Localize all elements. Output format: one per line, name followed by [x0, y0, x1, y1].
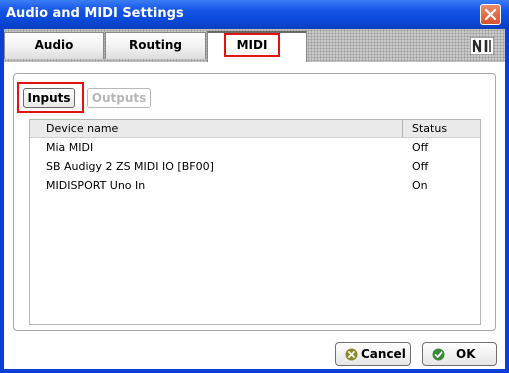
inputs-button[interactable]: Inputs	[23, 88, 75, 108]
device-status[interactable]: Off	[412, 138, 428, 157]
midi-panel: Inputs Outputs Device name Status Mia MI…	[13, 73, 496, 331]
table-row[interactable]: MIDISPORT Uno In On	[30, 176, 480, 195]
device-list[interactable]: Device name Status Mia MIDI Off SB Audig…	[29, 119, 481, 325]
table-row[interactable]: Mia MIDI Off	[30, 138, 480, 157]
column-divider[interactable]	[402, 120, 403, 137]
cancel-label: Cancel	[361, 347, 406, 361]
close-button[interactable]	[480, 4, 501, 25]
device-name: Mia MIDI	[46, 141, 94, 154]
tab-midi-label[interactable]: MIDI	[224, 33, 280, 57]
tab-strip: Audio Routing MIDI	[4, 29, 505, 62]
title-bar[interactable]: Audio and MIDI Settings	[0, 0, 509, 29]
table-row[interactable]: SB Audigy 2 ZS MIDI IO [BF00] Off	[30, 157, 480, 176]
column-header-device-name[interactable]: Device name	[46, 121, 118, 136]
list-header: Device name Status	[30, 120, 480, 138]
tab-routing[interactable]: Routing	[105, 32, 206, 59]
device-name: MIDISPORT Uno In	[46, 179, 146, 192]
window-title: Audio and MIDI Settings	[6, 6, 184, 21]
device-status[interactable]: Off	[412, 157, 428, 176]
outputs-button[interactable]: Outputs	[87, 88, 151, 108]
tab-audio[interactable]: Audio	[4, 32, 104, 59]
device-name: SB Audigy 2 ZS MIDI IO [BF00]	[46, 160, 214, 173]
settings-window: Audio and MIDI Settings Audio Routing MI…	[0, 0, 509, 373]
dialog-client: Audio Routing MIDI Inputs Outputs Device…	[4, 29, 505, 369]
cancel-button[interactable]: Cancel	[335, 342, 411, 366]
column-header-status[interactable]: Status	[412, 121, 447, 136]
ni-logo-icon	[470, 37, 494, 55]
cancel-icon	[345, 348, 358, 361]
close-icon	[484, 8, 497, 21]
checkmark-icon	[432, 348, 445, 361]
ok-button[interactable]: OK	[422, 342, 497, 366]
ok-label: OK	[456, 347, 476, 361]
device-status[interactable]: On	[412, 176, 428, 195]
